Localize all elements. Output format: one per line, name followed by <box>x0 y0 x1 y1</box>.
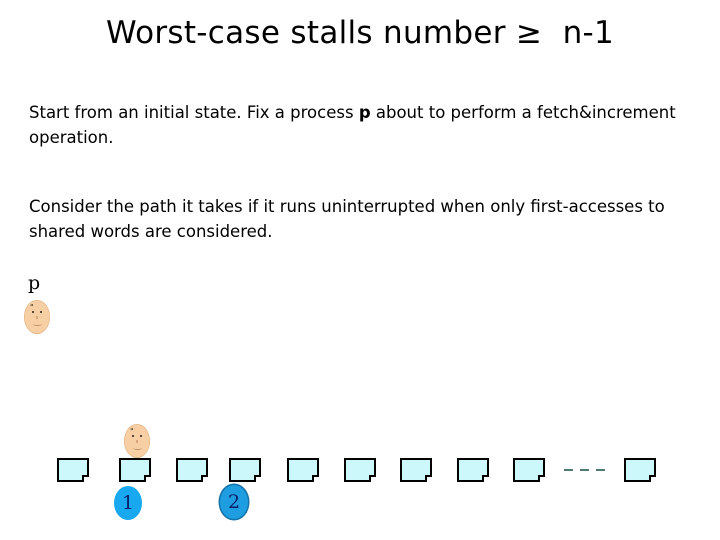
face-eye-right-icon <box>140 435 142 437</box>
face-eye-left-icon <box>32 311 34 313</box>
shared-word-box[interactable] <box>457 458 489 482</box>
process-face-icon-on-track: '' <box>124 424 150 458</box>
paragraph-start-from-initial-state: Start from an initial state. Fix a proce… <box>29 100 679 150</box>
paragraph-consider-the-path: Consider the path it takes if it runs un… <box>29 197 665 241</box>
dash-icon <box>596 469 605 471</box>
process-face-icon-top: '' <box>24 300 50 334</box>
step-marker-2: 2 <box>220 485 248 519</box>
dash-icon <box>564 469 573 471</box>
shared-word-boxes-row <box>0 0 720 540</box>
shared-word-box[interactable] <box>57 458 89 482</box>
face-nose-icon <box>36 316 38 319</box>
shared-word-box[interactable] <box>119 458 151 482</box>
dash-icon <box>580 469 589 471</box>
face-eye-right-icon <box>40 311 42 313</box>
shared-word-box[interactable] <box>287 458 319 482</box>
face-nose-icon <box>136 440 138 443</box>
step-marker-1: 1 <box>114 486 142 520</box>
face-eye-left-icon <box>132 435 134 437</box>
process-variable-p-bold: p <box>358 103 371 122</box>
shared-word-box[interactable] <box>624 458 656 482</box>
process-label-p: p <box>28 272 41 294</box>
face-mouth-icon <box>33 322 42 326</box>
paragraph-1-text-before-bold: Start from an initial state. Fix a proce… <box>29 103 359 122</box>
face-mouth-icon <box>133 446 142 450</box>
shared-word-box[interactable] <box>344 458 376 482</box>
ellipsis-dashes <box>564 469 614 475</box>
shared-word-box[interactable] <box>176 458 208 482</box>
shared-word-box[interactable] <box>229 458 261 482</box>
slide-title: Worst-case stalls number ≥ n-1 <box>105 15 615 51</box>
shared-word-box[interactable] <box>400 458 432 482</box>
shared-word-box[interactable] <box>513 458 545 482</box>
